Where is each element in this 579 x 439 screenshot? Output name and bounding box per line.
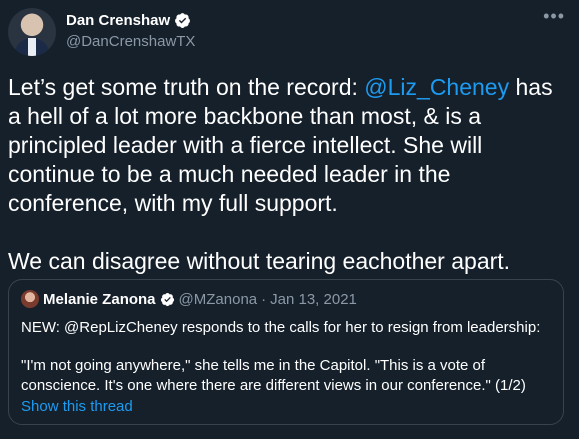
verified-badge-icon <box>175 13 191 28</box>
tweet-paragraph-1: Let’s get some truth on the record: @Liz… <box>8 73 568 218</box>
quoted-author-name[interactable]: Melanie Zanona <box>43 291 156 308</box>
tweet-author-handle[interactable]: @DanCrenshawTX <box>66 33 195 50</box>
show-thread-link[interactable]: Show this thread <box>21 398 133 415</box>
tweet-text-part-1: Let’s get some truth on the record: <box>8 74 365 100</box>
more-options-icon[interactable]: ••• <box>543 6 565 27</box>
tweet-text: Let’s get some truth on the record: @Liz… <box>8 73 568 276</box>
quoted-paragraph-2: "I'm not going anywhere," she tells me i… <box>21 357 526 394</box>
tweet-author-avatar[interactable] <box>8 8 56 56</box>
quoted-separator: · <box>261 290 267 308</box>
quoted-author-avatar[interactable] <box>21 290 39 308</box>
quoted-date[interactable]: Jan 13, 2021 <box>270 291 357 308</box>
quoted-verified-badge-icon <box>160 292 174 306</box>
quoted-paragraph-1: NEW: @RepLizCheney responds to the calls… <box>21 319 541 336</box>
quoted-tweet-text: NEW: @RepLizCheney responds to the calls… <box>21 318 551 396</box>
quoted-author-handle[interactable]: @MZanona <box>179 291 258 308</box>
quoted-tweet-header: Melanie Zanona @MZanona · Jan 13, 2021 <box>21 290 357 308</box>
tweet-author-name-row[interactable]: Dan Crenshaw <box>66 12 191 29</box>
quoted-tweet-card[interactable]: Melanie Zanona @MZanona · Jan 13, 2021 N… <box>8 279 564 425</box>
tweet-author-name[interactable]: Dan Crenshaw <box>66 12 170 29</box>
avatar-shirt-shape <box>28 38 36 56</box>
tweet-mention-link[interactable]: @Liz_Cheney <box>364 74 509 100</box>
tweet-paragraph-2: We can disagree without tearing eachothe… <box>8 248 511 274</box>
